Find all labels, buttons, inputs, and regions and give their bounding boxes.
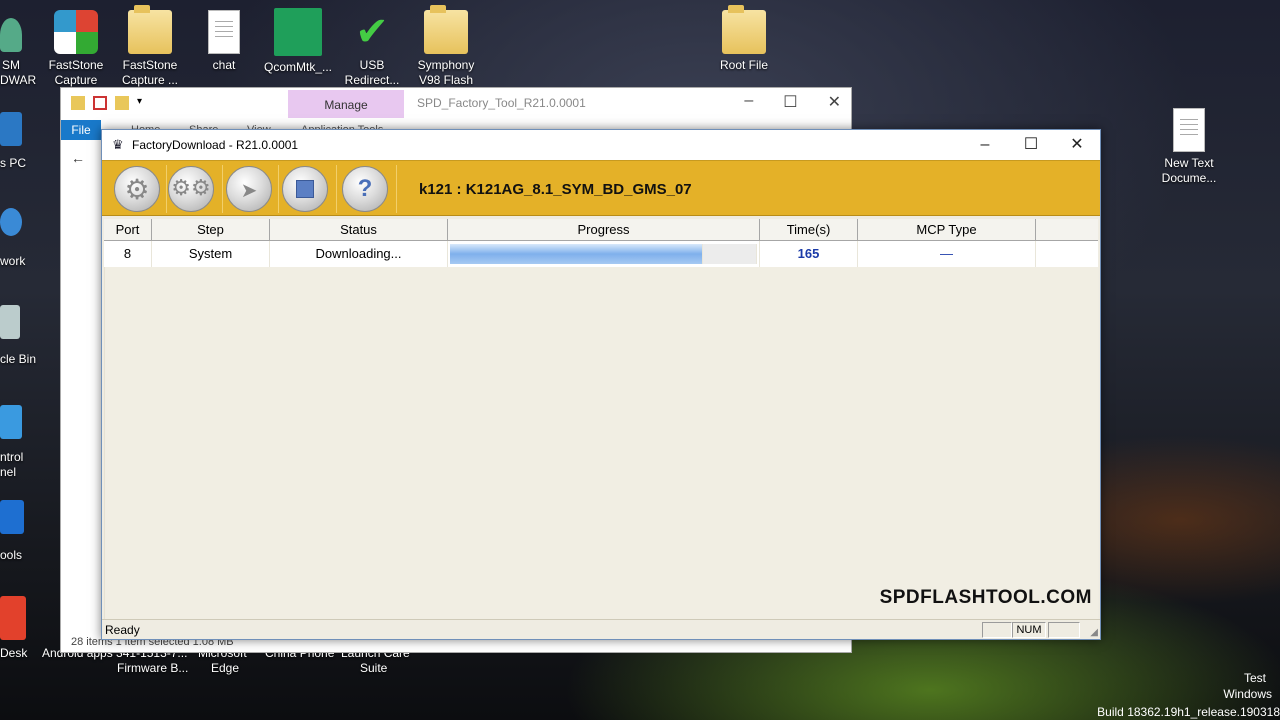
status-box-num: NUM — [1012, 622, 1046, 638]
windows-watermark-line-2: Windows — [1223, 687, 1272, 701]
windows-watermark-line-1: Test — [1243, 671, 1266, 685]
recycle-bin-icon[interactable] — [0, 305, 20, 339]
help-icon: ? — [357, 175, 373, 202]
cell-port: 8 — [104, 241, 152, 267]
window-controls: – ☐ ✕ — [962, 130, 1100, 160]
desktop-icon-chat[interactable]: chat — [186, 10, 262, 73]
cell-step: System — [152, 241, 270, 267]
desktop-icon-root-file[interactable]: Root File — [706, 5, 782, 73]
window-title: FactoryDownload - R21.0.0001 — [132, 138, 299, 152]
toolbar: ⚙ ⚙⚙ ➤ ? k121 : K121AG_8.1_SYM_BD_GMS_07 — [102, 160, 1100, 216]
explorer-titlebar[interactable]: ▾ Manage SPD_Factory_Tool_R21.0.0001 – ☐… — [61, 88, 851, 120]
play-icon: ➤ — [240, 180, 258, 202]
col-status[interactable]: Status — [270, 219, 448, 240]
desktop-icon-faststone-capture-1[interactable]: FastStone Capture — [38, 10, 114, 88]
window-controls: – ☐ ✕ — [744, 92, 841, 112]
status-ready: Ready — [105, 623, 140, 637]
col-port[interactable]: Port — [104, 219, 152, 240]
windows-watermark-line-3: Build 18362.19h1_release.190318 — [1097, 705, 1280, 719]
app-icon: ♛ — [112, 137, 124, 152]
settings-button[interactable]: ⚙ — [114, 166, 160, 212]
progress-bar — [450, 244, 703, 264]
toolbar-separator — [396, 165, 397, 213]
table-row[interactable]: 8 System Downloading... 165 — — [104, 241, 1098, 267]
properties-icon[interactable] — [93, 96, 107, 110]
factory-titlebar[interactable]: ♛ FactoryDownload - R21.0.0001 – ☐ ✕ — [102, 130, 1100, 160]
status-box-scroll — [1048, 622, 1080, 638]
close-icon[interactable]: ✕ — [828, 92, 841, 112]
cell-status: Downloading... — [270, 241, 448, 267]
minimize-icon[interactable]: – — [744, 92, 753, 112]
gears-icon: ⚙⚙ — [171, 175, 211, 200]
minimize-icon[interactable]: – — [962, 130, 1008, 160]
resize-grip-icon[interactable]: ◢ — [1090, 627, 1098, 638]
folder-icon — [722, 5, 766, 54]
explorer-nav-pane[interactable]: ← — [61, 142, 103, 626]
user-icon — [0, 18, 22, 52]
explorer-title: SPD_Factory_Tool_R21.0.0001 — [417, 96, 586, 110]
control-panel-icon[interactable] — [0, 405, 22, 439]
start-button[interactable]: ➤ — [226, 166, 272, 212]
this-pc-icon[interactable] — [0, 112, 22, 146]
maximize-icon[interactable]: ☐ — [1008, 130, 1054, 160]
status-box-caps — [982, 622, 1012, 638]
download-grid[interactable]: Port Step Status Progress Time(s) MCP Ty… — [104, 219, 1098, 619]
back-arrow-icon[interactable]: ← — [71, 150, 85, 166]
toolbar-separator — [278, 165, 279, 213]
site-watermark: SPDFLASHTOOL.COM — [879, 587, 1092, 608]
folder-icon[interactable] — [71, 96, 85, 110]
cell-progress — [448, 241, 760, 267]
cell-time: 165 — [760, 241, 858, 267]
network-icon[interactable] — [0, 208, 22, 236]
toolbar-separator — [336, 165, 337, 213]
help-button[interactable]: ? — [342, 166, 388, 212]
faststone-icon — [54, 10, 98, 54]
stop-icon — [296, 180, 314, 198]
manage-tab[interactable]: Manage — [288, 90, 404, 118]
anydesk-icon[interactable] — [0, 596, 26, 640]
new-folder-icon[interactable] — [115, 96, 129, 110]
toolbar-separator — [166, 165, 167, 213]
desktop-icon-usb-redirect[interactable]: ✔ USB Redirect... — [334, 10, 410, 88]
maximize-icon[interactable]: ☐ — [783, 92, 797, 112]
col-step[interactable]: Step — [152, 219, 270, 240]
toolbar-separator — [222, 165, 223, 213]
gear-icon: ⚙ — [124, 174, 150, 205]
desktop-icon-faststone-capture-2[interactable]: FastStone Capture ... — [112, 5, 188, 88]
firmware-title: k121 : K121AG_8.1_SYM_BD_GMS_07 — [419, 181, 692, 198]
file-tab[interactable]: File — [61, 120, 101, 140]
factory-download-window[interactable]: ♛ FactoryDownload - R21.0.0001 – ☐ ✕ ⚙ ⚙… — [101, 129, 1101, 640]
text-file-icon — [208, 10, 240, 54]
desktop-icon-new-text-document[interactable]: New Text Docume... — [1151, 108, 1227, 186]
tools-icon[interactable] — [0, 500, 24, 534]
grid-header: Port Step Status Progress Time(s) MCP Ty… — [104, 219, 1098, 241]
options-button[interactable]: ⚙⚙ — [168, 166, 214, 212]
quick-access-toolbar: ▾ — [71, 96, 151, 110]
cell-mcp-type: — — [858, 241, 1036, 267]
col-progress[interactable]: Progress — [448, 219, 760, 240]
col-mcp-type[interactable]: MCP Type — [858, 219, 1036, 240]
close-icon[interactable]: ✕ — [1054, 130, 1100, 160]
qcommtk-icon — [274, 8, 322, 56]
status-bar: Ready NUM ◢ — [102, 619, 1100, 639]
folder-icon — [424, 5, 468, 54]
desktop-icon-qcommtk[interactable]: QcomMtk_... — [260, 8, 336, 75]
text-file-icon — [1173, 108, 1205, 152]
stop-button[interactable] — [282, 166, 328, 212]
folder-icon — [128, 5, 172, 54]
col-time[interactable]: Time(s) — [760, 219, 858, 240]
dropdown-icon[interactable]: ▾ — [137, 96, 151, 110]
grid-body — [104, 267, 1098, 619]
usb-check-icon: ✔ — [355, 10, 389, 54]
